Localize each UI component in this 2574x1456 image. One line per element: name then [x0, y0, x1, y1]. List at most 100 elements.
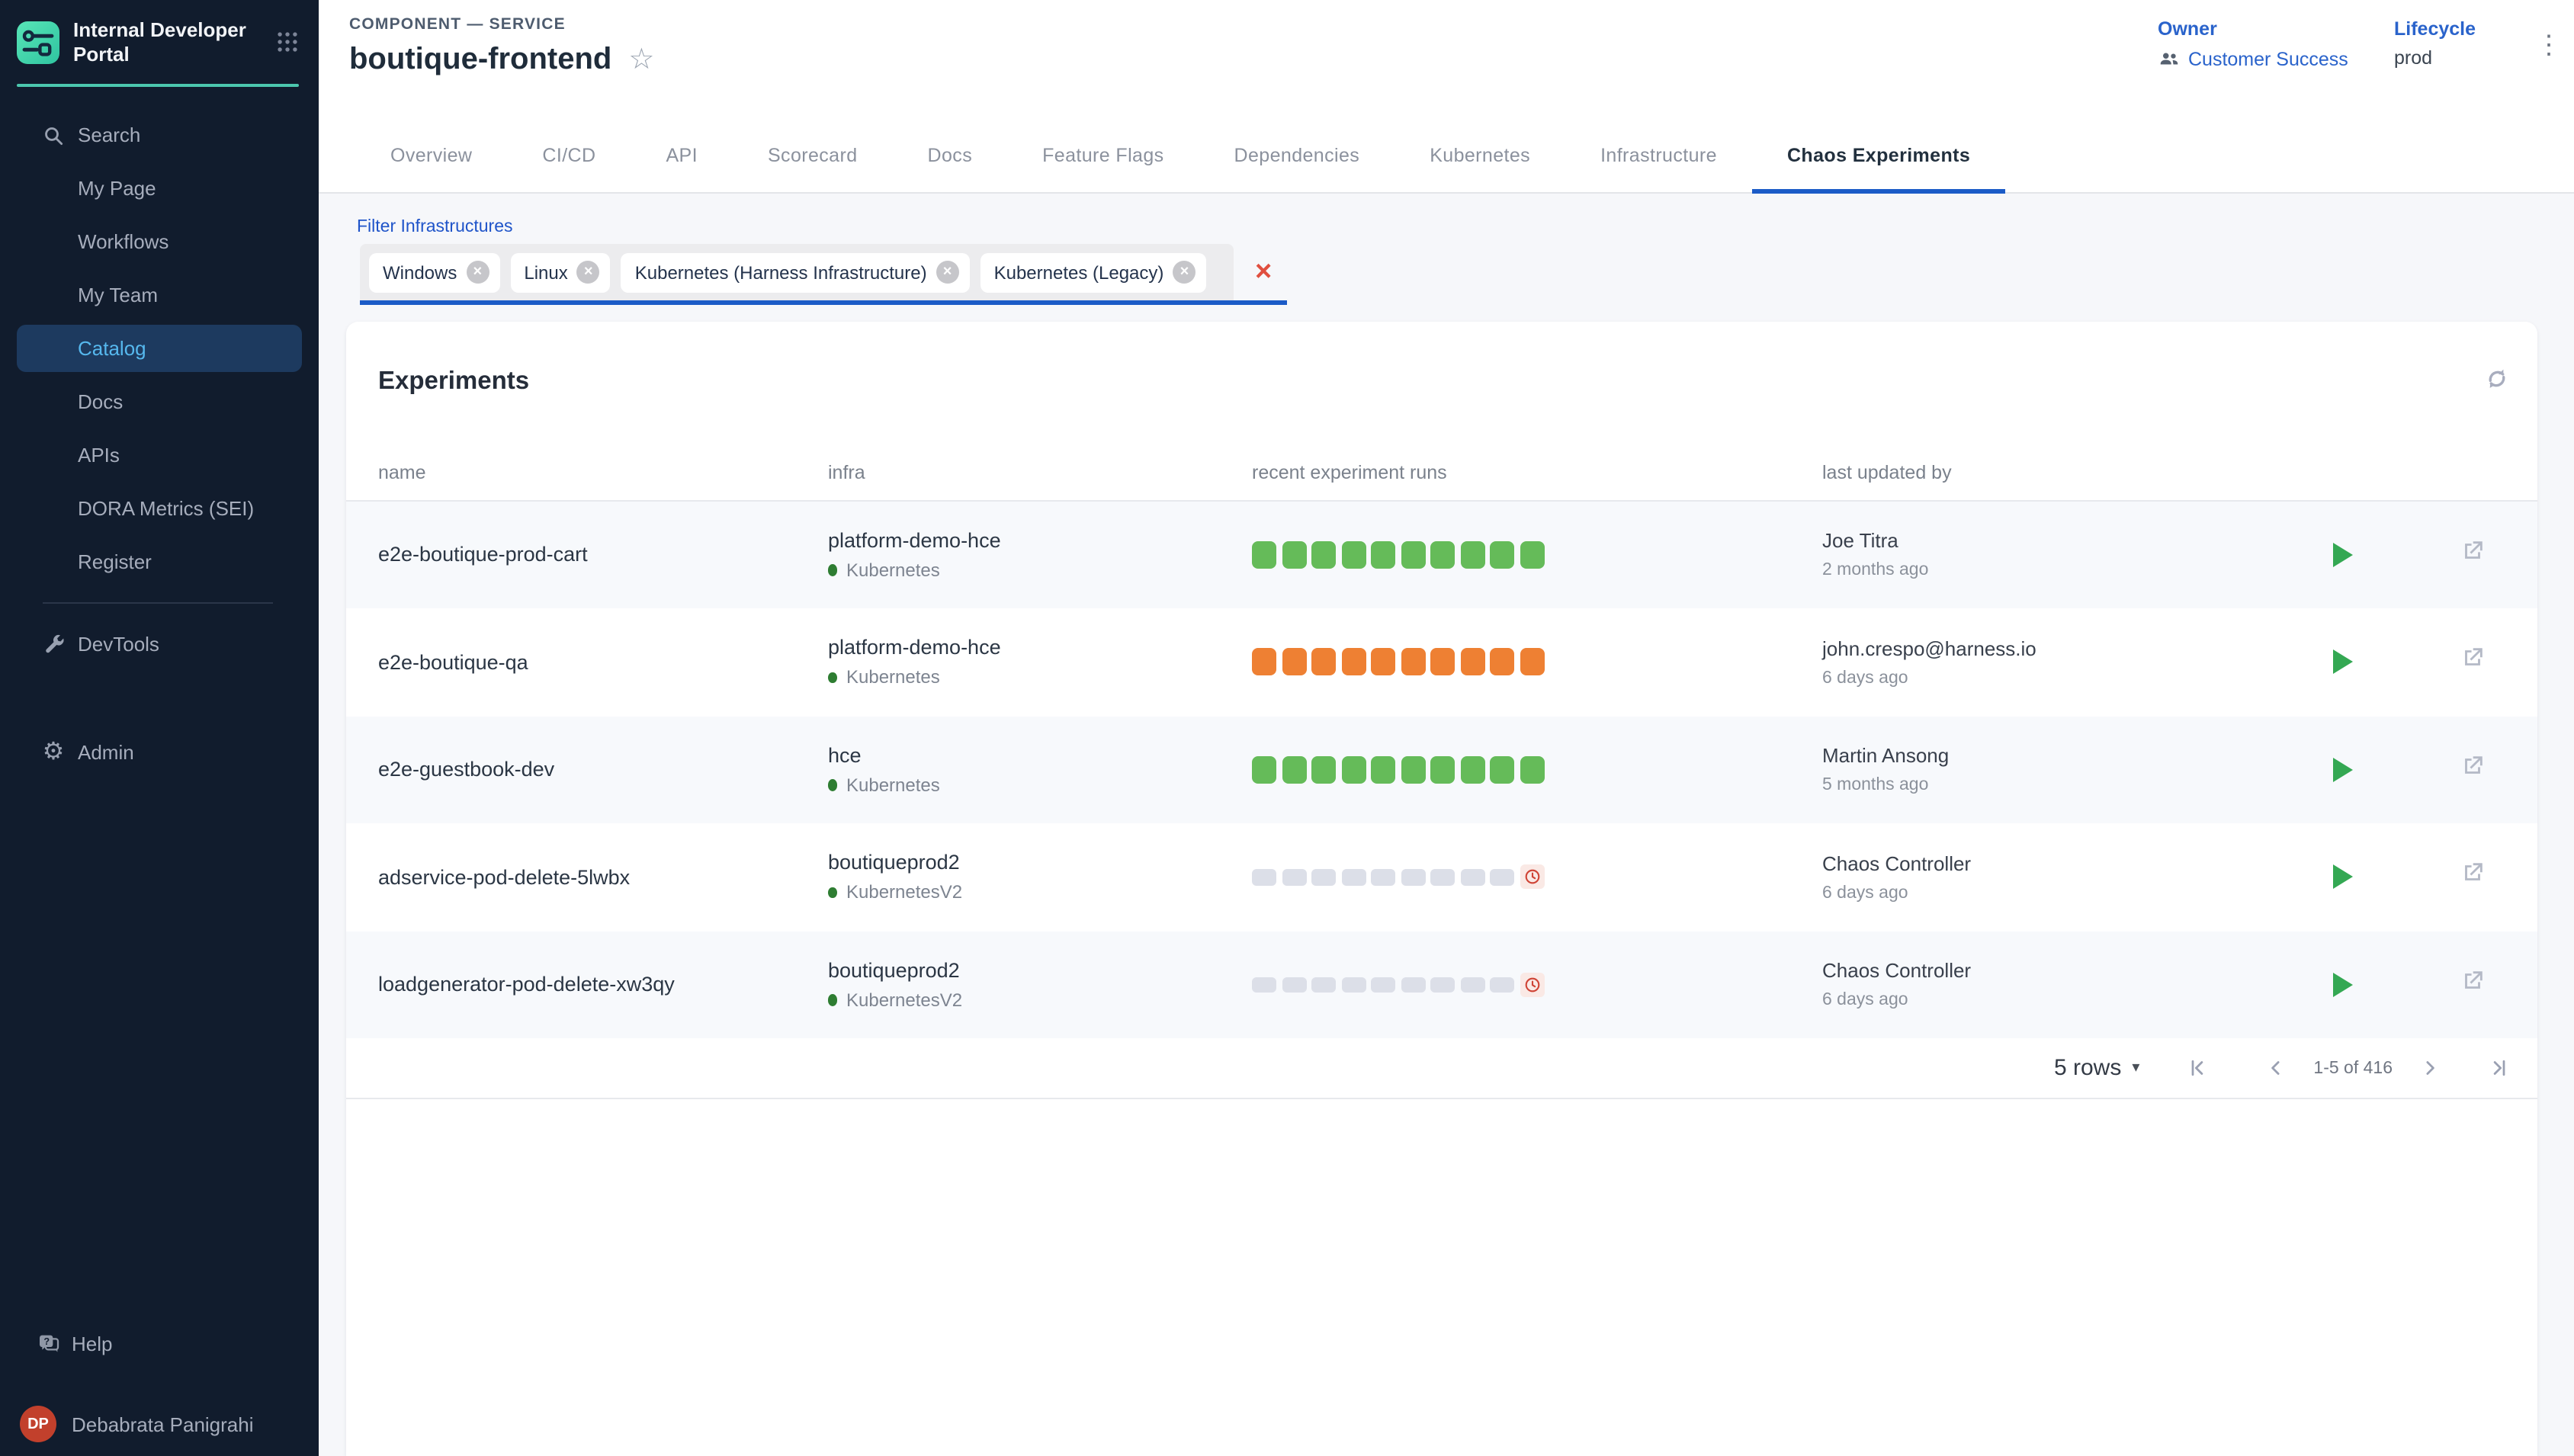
- run-status-square-queued[interactable]: [1311, 977, 1336, 993]
- run-status-square-failed[interactable]: [1311, 649, 1336, 676]
- sidebar-item-search[interactable]: Search: [0, 108, 319, 162]
- tab-ci-cd[interactable]: CI/CD: [507, 119, 631, 192]
- previous-page-button[interactable]: [2258, 1051, 2292, 1085]
- run-status-square-queued[interactable]: [1401, 869, 1425, 885]
- sidebar-item-help[interactable]: ? Help: [0, 1317, 319, 1371]
- clear-filters-icon[interactable]: ×: [1255, 258, 1272, 287]
- chip-remove-icon[interactable]: ×: [577, 261, 600, 284]
- run-pending-clock-icon[interactable]: [1520, 973, 1544, 997]
- open-in-new-icon[interactable]: [2460, 861, 2486, 894]
- owner-link[interactable]: Customer Success: [2188, 48, 2348, 69]
- favorite-star-icon[interactable]: ☆: [628, 46, 654, 75]
- open-in-new-icon[interactable]: [2460, 968, 2486, 1002]
- run-status-square-queued[interactable]: [1282, 869, 1306, 885]
- filter-chips-input[interactable]: Windows×Linux×Kubernetes (Harness Infras…: [360, 244, 1234, 300]
- run-status-square-passed[interactable]: [1490, 541, 1514, 569]
- run-status-square-passed[interactable]: [1430, 756, 1455, 784]
- run-status-square-failed[interactable]: [1490, 649, 1514, 676]
- run-experiment-play-button[interactable]: [2333, 865, 2353, 890]
- run-experiment-play-button[interactable]: [2333, 973, 2353, 997]
- run-status-square-failed[interactable]: [1252, 649, 1276, 676]
- sidebar-item-register[interactable]: Register: [0, 535, 319, 588]
- run-status-square-passed[interactable]: [1341, 541, 1366, 569]
- run-status-square-passed[interactable]: [1341, 756, 1366, 784]
- next-page-button[interactable]: [2414, 1051, 2447, 1085]
- run-status-square-failed[interactable]: [1341, 649, 1366, 676]
- run-status-square-passed[interactable]: [1371, 541, 1395, 569]
- tab-kubernetes[interactable]: Kubernetes: [1395, 119, 1565, 192]
- run-status-square-failed[interactable]: [1401, 649, 1425, 676]
- run-experiment-play-button[interactable]: [2333, 758, 2353, 782]
- run-status-square-queued[interactable]: [1490, 869, 1514, 885]
- chip-remove-icon[interactable]: ×: [936, 261, 959, 284]
- run-status-square-passed[interactable]: [1311, 541, 1336, 569]
- sidebar-item-admin[interactable]: ⚙ Admin: [0, 726, 319, 779]
- sidebar-item-my-page[interactable]: My Page: [0, 162, 319, 215]
- run-status-square-queued[interactable]: [1430, 869, 1455, 885]
- run-status-square-failed[interactable]: [1430, 649, 1455, 676]
- first-page-button[interactable]: [2179, 1051, 2213, 1085]
- more-options-kebab-icon[interactable]: ⋮: [2527, 27, 2571, 64]
- run-status-square-passed[interactable]: [1520, 756, 1544, 784]
- run-status-square-queued[interactable]: [1252, 977, 1276, 993]
- chip-remove-icon[interactable]: ×: [1173, 261, 1196, 284]
- tab-docs[interactable]: Docs: [893, 119, 1008, 192]
- sidebar-item-my-team[interactable]: My Team: [0, 268, 319, 322]
- run-status-square-failed[interactable]: [1520, 649, 1544, 676]
- run-status-square-passed[interactable]: [1430, 541, 1455, 569]
- last-page-button[interactable]: [2484, 1051, 2518, 1085]
- run-status-square-queued[interactable]: [1371, 869, 1395, 885]
- run-experiment-play-button[interactable]: [2333, 650, 2353, 675]
- run-status-square-queued[interactable]: [1311, 869, 1336, 885]
- refresh-icon[interactable]: [2483, 364, 2511, 393]
- run-status-square-failed[interactable]: [1460, 649, 1484, 676]
- run-status-square-failed[interactable]: [1371, 649, 1395, 676]
- rows-per-page-select[interactable]: 5 rows ▾: [2054, 1055, 2139, 1081]
- tab-dependencies[interactable]: Dependencies: [1199, 119, 1395, 192]
- run-status-square-queued[interactable]: [1401, 977, 1425, 993]
- run-status-square-queued[interactable]: [1490, 977, 1514, 993]
- tab-chaos-experiments[interactable]: Chaos Experiments: [1752, 119, 2005, 192]
- open-in-new-icon[interactable]: [2460, 538, 2486, 572]
- chip-remove-icon[interactable]: ×: [466, 261, 489, 284]
- filter-infrastructures-link[interactable]: Filter Infrastructures: [357, 218, 513, 236]
- sidebar-item-catalog[interactable]: Catalog: [17, 325, 302, 372]
- run-status-square-passed[interactable]: [1371, 756, 1395, 784]
- run-status-square-queued[interactable]: [1430, 977, 1455, 993]
- app-switcher-icon[interactable]: [274, 29, 300, 55]
- run-status-square-queued[interactable]: [1460, 977, 1484, 993]
- open-in-new-icon[interactable]: [2460, 753, 2486, 787]
- run-status-square-queued[interactable]: [1460, 869, 1484, 885]
- run-status-square-passed[interactable]: [1460, 541, 1484, 569]
- user-menu[interactable]: DP Debabrata Panigrahi: [0, 1401, 319, 1447]
- run-status-square-passed[interactable]: [1311, 756, 1336, 784]
- run-status-square-failed[interactable]: [1282, 649, 1306, 676]
- run-status-square-queued[interactable]: [1252, 869, 1276, 885]
- sidebar-item-apis[interactable]: APIs: [0, 428, 319, 482]
- run-status-square-passed[interactable]: [1282, 541, 1306, 569]
- tab-api[interactable]: API: [631, 119, 733, 192]
- tab-infrastructure[interactable]: Infrastructure: [1565, 119, 1752, 192]
- sidebar-item-dora-metrics-sei-[interactable]: DORA Metrics (SEI): [0, 482, 319, 535]
- run-status-square-passed[interactable]: [1252, 756, 1276, 784]
- run-status-square-passed[interactable]: [1401, 756, 1425, 784]
- run-status-square-passed[interactable]: [1520, 541, 1544, 569]
- sidebar-item-workflows[interactable]: Workflows: [0, 215, 319, 268]
- run-status-square-queued[interactable]: [1341, 977, 1366, 993]
- run-status-square-passed[interactable]: [1460, 756, 1484, 784]
- run-status-square-passed[interactable]: [1490, 756, 1514, 784]
- run-status-square-passed[interactable]: [1282, 756, 1306, 784]
- run-status-square-passed[interactable]: [1401, 541, 1425, 569]
- run-experiment-play-button[interactable]: [2333, 543, 2353, 567]
- open-in-new-icon[interactable]: [2460, 646, 2486, 679]
- run-status-square-queued[interactable]: [1282, 977, 1306, 993]
- run-status-square-passed[interactable]: [1252, 541, 1276, 569]
- sidebar-item-docs[interactable]: Docs: [0, 375, 319, 428]
- sidebar-item-devtools[interactable]: DevTools: [0, 617, 319, 671]
- tab-overview[interactable]: Overview: [355, 119, 507, 192]
- tab-scorecard[interactable]: Scorecard: [733, 119, 893, 192]
- run-pending-clock-icon[interactable]: [1520, 865, 1544, 890]
- run-status-square-queued[interactable]: [1341, 869, 1366, 885]
- run-status-square-queued[interactable]: [1371, 977, 1395, 993]
- tab-feature-flags[interactable]: Feature Flags: [1007, 119, 1199, 192]
